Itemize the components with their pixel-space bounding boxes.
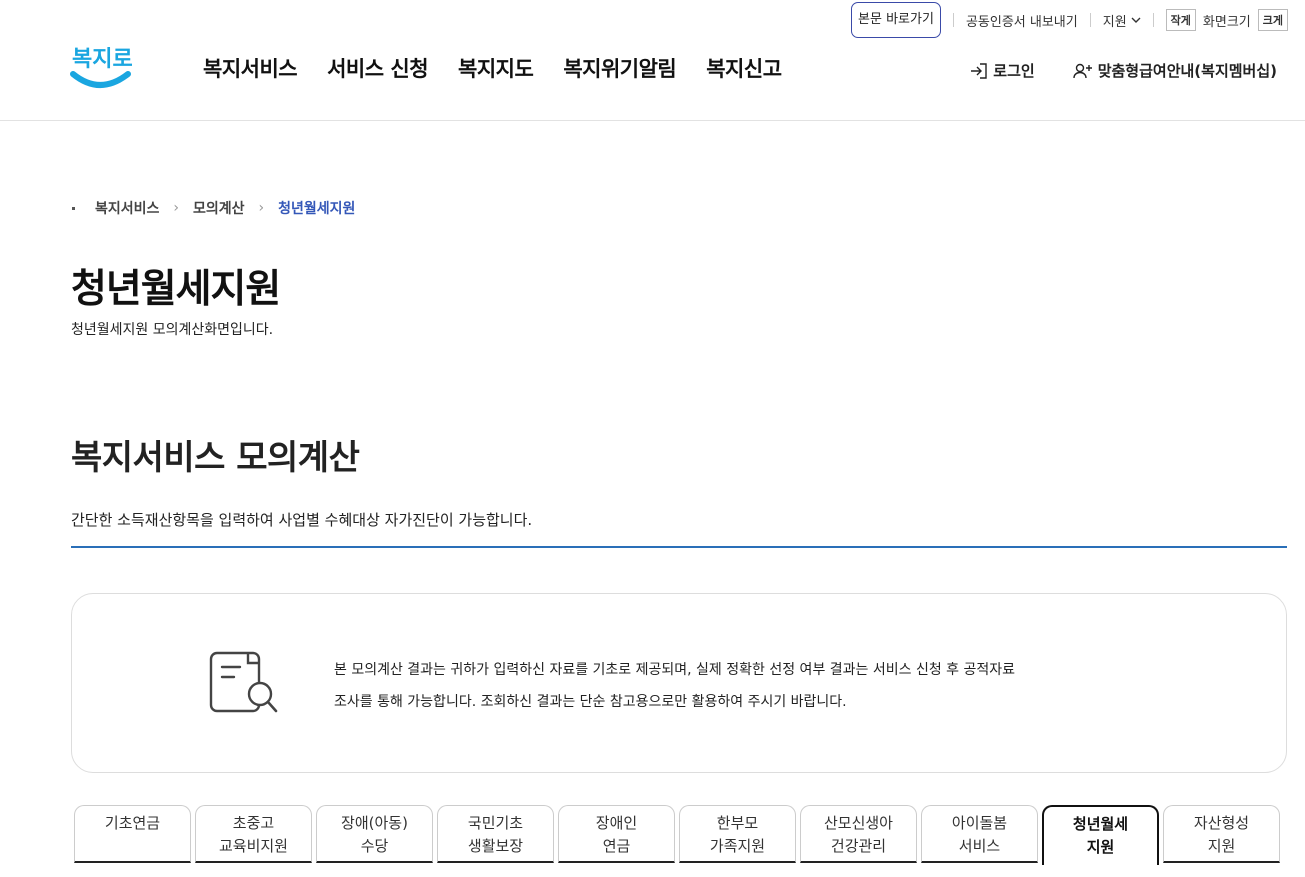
section-title: 복지서비스 모의계산 xyxy=(71,438,360,478)
tab-label: 지원 xyxy=(1207,837,1236,855)
tab-single-parent[interactable]: 한부모가족지원 xyxy=(679,805,796,863)
breadcrumb-item[interactable]: 모의계산 xyxy=(193,198,245,218)
breadcrumb-item[interactable]: 복지서비스 xyxy=(95,198,159,218)
tab-label: 장애인 xyxy=(595,814,638,832)
support-dropdown[interactable]: 지원 xyxy=(1103,11,1141,30)
login-label: 로그인 xyxy=(993,62,1035,80)
tab-youth-rent-support[interactable]: 청년월세지원 xyxy=(1042,805,1159,865)
tab-label: 기초연금 xyxy=(104,814,161,832)
page-title: 청년월세지원 xyxy=(71,267,281,312)
breadcrumb-current: 청년월세지원 xyxy=(278,201,356,217)
divider xyxy=(952,13,954,27)
support-label: 지원 xyxy=(1102,14,1127,30)
tab-label: 서비스 xyxy=(958,837,1001,855)
tab-label: 산모신생아 xyxy=(823,814,893,832)
membership-button[interactable]: 맞춤형급여안내(복지멤버십) xyxy=(1072,60,1277,81)
nav-welfare-service[interactable]: 복지서비스 xyxy=(203,53,298,83)
tab-label: 건강관리 xyxy=(830,837,887,855)
section-description: 간단한 소득재산항목을 입력하여 사업별 수혜대상 자가진단이 가능합니다. xyxy=(71,511,533,529)
svg-text:복지로: 복지로 xyxy=(72,47,132,72)
tab-label: 청년월세 xyxy=(1072,815,1129,833)
tab-label: 연금 xyxy=(602,837,631,855)
tab-label: 가족지원 xyxy=(709,837,766,855)
bokjiro-logo[interactable]: 복지로 xyxy=(70,38,132,94)
notice-box: 본 모의계산 결과는 귀하가 입력하신 자료를 기초로 제공되며, 실제 정확한… xyxy=(71,593,1287,773)
membership-label: 맞춤형급여안내(복지멤버십) xyxy=(1097,62,1277,80)
tab-education-support[interactable]: 초중고교육비지원 xyxy=(195,805,312,863)
tab-basic-livelihood[interactable]: 국민기초생활보장 xyxy=(437,805,554,863)
header-divider xyxy=(0,120,1305,121)
tab-basic-pension[interactable]: 기초연금 xyxy=(74,805,191,863)
login-icon xyxy=(971,62,987,79)
page-description: 청년월세지원 모의계산화면입니다. xyxy=(71,322,274,338)
utility-bar: 본문 바로가기 공동인증서 내보내기 지원 작게 화면크기 크게 xyxy=(851,2,1288,38)
notice-text: 본 모의계산 결과는 귀하가 입력하신 자료를 기초로 제공되며, 실제 정확한… xyxy=(334,654,1015,718)
tab-label: 교육비지원 xyxy=(218,837,288,855)
breadcrumb-home-dot xyxy=(72,206,75,210)
divider xyxy=(1089,13,1091,27)
tab-disability-pension[interactable]: 장애인연금 xyxy=(558,805,675,863)
header-actions: 로그인 맞춤형급여안내(복지멤버십) xyxy=(970,60,1277,81)
user-add-icon xyxy=(1072,63,1092,78)
nav-welfare-report[interactable]: 복지신고 xyxy=(706,53,782,83)
tab-label: 장애(아동) xyxy=(341,814,408,832)
cert-export-link[interactable]: 공동인증서 내보내기 xyxy=(966,11,1078,30)
tab-label: 수당 xyxy=(360,837,389,855)
notice-line: 본 모의계산 결과는 귀하가 입력하신 자료를 기초로 제공되며, 실제 정확한… xyxy=(334,662,1016,678)
chevron-right-icon: › xyxy=(258,200,265,216)
calc-tabs: 기초연금 초중고교육비지원 장애(아동) 수당 국민기초생활보장 장애인연금 한부… xyxy=(74,805,1280,865)
font-small-button[interactable]: 작게 xyxy=(1165,9,1196,31)
nav-crisis-alert[interactable]: 복지위기알림 xyxy=(563,53,676,83)
breadcrumb: 복지서비스 › 모의계산 › 청년월세지원 xyxy=(72,198,355,218)
tab-label: 한부모 xyxy=(716,814,759,832)
tab-label: 초중고 xyxy=(232,814,275,832)
font-size-label: 화면크기 xyxy=(1202,14,1251,30)
divider xyxy=(1152,13,1154,27)
main-nav: 복지서비스 서비스 신청 복지지도 복지위기알림 복지신고 xyxy=(203,53,782,83)
tab-child-care[interactable]: 아이돌봄서비스 xyxy=(921,805,1038,863)
tab-label: 자산형성 xyxy=(1193,814,1250,832)
tab-maternal-newborn[interactable]: 산모신생아건강관리 xyxy=(800,805,917,863)
skip-to-content-link[interactable]: 본문 바로가기 xyxy=(851,2,941,38)
login-button[interactable]: 로그인 xyxy=(970,60,1035,81)
section-divider xyxy=(71,546,1287,548)
tab-label: 지원 xyxy=(1086,838,1115,856)
chevron-right-icon: › xyxy=(173,200,180,216)
nav-welfare-map[interactable]: 복지지도 xyxy=(458,53,534,83)
tab-label: 국민기초 xyxy=(467,814,524,832)
tab-disabled-child-allowance[interactable]: 장애(아동) 수당 xyxy=(316,805,433,863)
chevron-down-icon xyxy=(1131,17,1141,23)
document-search-icon xyxy=(209,651,278,713)
tab-label: 생활보장 xyxy=(467,837,524,855)
nav-service-apply[interactable]: 서비스 신청 xyxy=(327,53,428,83)
font-large-button[interactable]: 크게 xyxy=(1257,9,1288,31)
notice-line: 조사를 통해 가능합니다. 조회하신 결과는 단순 참고용으로만 활용하여 주시… xyxy=(334,694,847,710)
tab-asset-building[interactable]: 자산형성지원 xyxy=(1163,805,1280,863)
tab-label: 아이돌봄 xyxy=(951,814,1008,832)
